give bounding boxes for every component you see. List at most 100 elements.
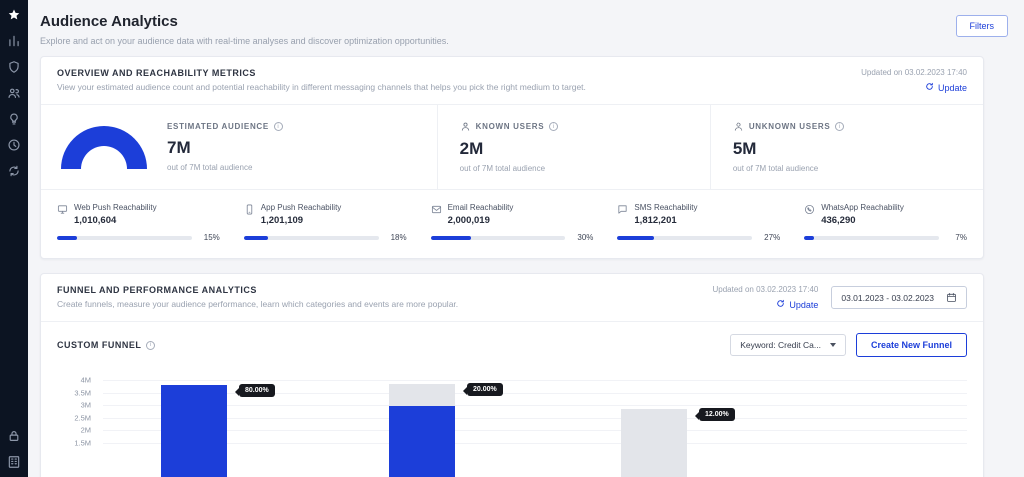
metric-sub: out of 7M total audience [733,164,845,173]
info-icon[interactable] [146,341,155,350]
sidebar-item-sync[interactable] [7,163,22,178]
app-logo-star-icon[interactable] [7,7,22,22]
reach-percent: 18% [386,233,407,242]
known-user-icon [460,121,471,132]
metric-value: 7M [167,138,283,158]
filters-button[interactable]: Filters [956,15,1009,37]
reach-label: SMS Reachability [634,203,697,212]
metric-label: KNOWN USERS [476,122,545,131]
progress-track [57,236,192,240]
custom-funnel-toolbar: CUSTOM FUNNEL Keyword: Credit Ca... Crea… [41,322,983,363]
progress-track [804,236,939,240]
metric-label: ESTIMATED AUDIENCE [167,122,269,131]
info-icon[interactable] [549,122,558,131]
page-title: Audience Analytics [40,13,449,30]
refresh-icon [776,299,785,310]
metric-value: 2M [460,139,559,159]
reach-label: WhatsApp Reachability [821,203,904,212]
overview-card-header: OVERVIEW AND REACHABILITY METRICS View y… [41,57,983,105]
y-tick-label: 4M [57,376,91,385]
overview-updated-timestamp: Updated on 03.02.2023 17:40 [861,68,967,77]
progress-fill [804,236,813,240]
progress-fill [57,236,77,240]
date-range-value: 03.01.2023 - 03.02.2023 [841,293,934,303]
unknown-user-icon [733,121,744,132]
progress-fill [617,236,653,240]
funnel-card-title: FUNNEL AND PERFORMANCE ANALYTICS [57,285,458,295]
reach-percent: 7% [946,233,967,242]
info-icon[interactable] [274,122,283,131]
main-content: Audience Analytics Explore and act on yo… [28,0,1024,477]
date-range-picker[interactable]: 03.01.2023 - 03.02.2023 [831,286,967,309]
sidebar-item-analytics[interactable] [7,33,22,48]
reach-percent: 27% [759,233,780,242]
create-new-funnel-button[interactable]: Create New Funnel [856,333,967,357]
whatsapp-icon [804,204,815,215]
funnel-update-link[interactable]: Update [712,299,818,310]
keyword-filter-value: Keyword: Credit Ca... [740,340,821,350]
sidebar [0,0,28,477]
mobile-icon [244,204,255,215]
reachability-whatsapp: WhatsApp Reachability 436,290 7% [804,203,967,242]
reach-value: 2,000,019 [448,215,514,226]
metric-known-users: KNOWN USERS 2M out of 7M total audience [437,105,710,189]
y-tick-label: 1.5M [57,438,91,447]
audience-gauge [61,126,147,169]
funnel-percentage-badge: 12.00% [699,408,735,421]
metric-value: 5M [733,139,845,159]
funnel-bar-filled[interactable] [161,385,227,477]
chevron-down-icon [830,343,836,347]
overview-update-link[interactable]: Update [861,82,967,93]
sidebar-item-audience[interactable] [7,85,22,100]
sidebar-item-history[interactable] [7,137,22,152]
funnel-percentage-badge: 20.00% [467,383,503,396]
progress-fill [244,236,268,240]
overview-card-title: OVERVIEW AND REACHABILITY METRICS [57,68,586,78]
chat-bubble-icon [617,204,628,215]
y-tick-label: 2M [57,426,91,435]
reachability-row: Web Push Reachability 1,010,604 15% App … [41,190,983,258]
reachability-email: Email Reachability 2,000,019 30% [431,203,594,242]
calendar-icon [946,292,957,303]
funnel-percentage-badge: 80.00% [239,384,275,397]
info-icon[interactable] [835,122,844,131]
reachability-sms: SMS Reachability 1,812,201 27% [617,203,780,242]
reach-value: 436,290 [821,215,904,226]
progress-track [617,236,752,240]
page-subtitle: Explore and act on your audience data wi… [40,36,449,46]
reachability-app-push: App Push Reachability 1,201,109 18% [244,203,407,242]
funnel-card-subtitle: Create funnels, measure your audience pe… [57,299,458,309]
reach-value: 1,201,109 [261,215,342,226]
sidebar-item-shield[interactable] [7,59,22,74]
envelope-icon [431,204,442,215]
monitor-icon [57,204,68,215]
progress-fill [431,236,471,240]
sidebar-item-lock[interactable] [7,428,22,443]
metric-sub: out of 7M total audience [460,164,559,173]
reach-label: App Push Reachability [261,203,342,212]
reach-percent: 15% [199,233,220,242]
overview-card-subtitle: View your estimated audience count and p… [57,82,586,92]
chart-plot-area: 80.00% 20.00% 12.00% [103,375,967,477]
reach-value: 1,812,201 [634,215,697,226]
metric-label: UNKNOWN USERS [749,122,831,131]
funnel-bar[interactable] [621,409,687,477]
custom-funnel-label: CUSTOM FUNNEL [57,340,141,350]
overview-card: OVERVIEW AND REACHABILITY METRICS View y… [40,56,984,259]
funnel-bar-filled[interactable] [389,406,455,477]
sidebar-item-organization[interactable] [7,454,22,469]
y-tick-label: 2.5M [57,413,91,422]
metric-label-row: ESTIMATED AUDIENCE [167,122,283,131]
keyword-filter-dropdown[interactable]: Keyword: Credit Ca... [730,334,846,356]
y-tick-label: 3.5M [57,388,91,397]
reach-label: Email Reachability [448,203,514,212]
metric-estimated-audience: ESTIMATED AUDIENCE 7M out of 7M total au… [41,105,437,189]
reach-value: 1,010,604 [74,215,157,226]
reachability-web-push: Web Push Reachability 1,010,604 15% [57,203,220,242]
funnel-card-header: FUNNEL AND PERFORMANCE ANALYTICS Create … [41,274,983,322]
funnel-updated-timestamp: Updated on 03.02.2023 17:40 [712,285,818,294]
progress-track [244,236,379,240]
overview-update-label: Update [938,83,967,93]
sidebar-item-ideas[interactable] [7,111,22,126]
page-header: Audience Analytics Explore and act on yo… [40,10,1008,56]
